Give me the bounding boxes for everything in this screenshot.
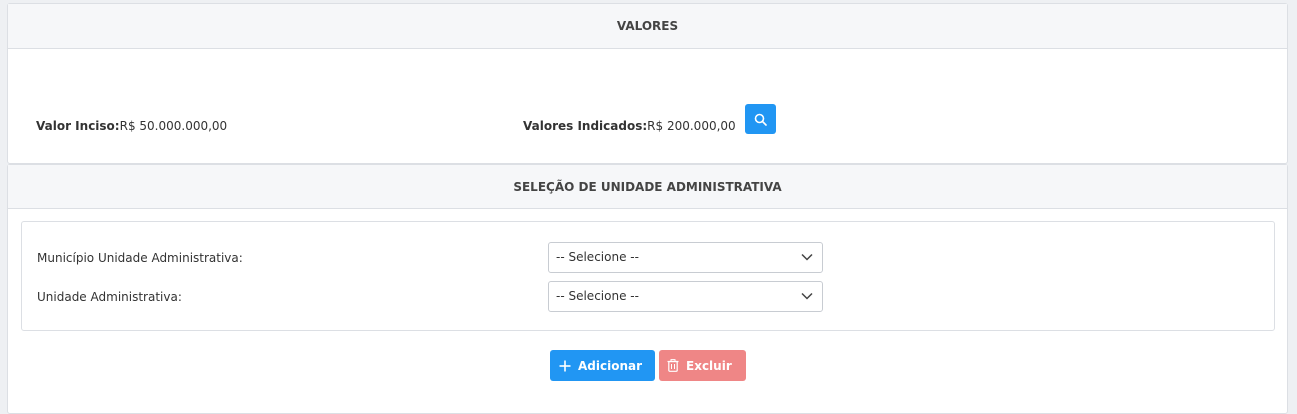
valores-indicados: Valores Indicados:R$ 200.000,00	[523, 119, 736, 133]
municipio-select[interactable]: -- Selecione --	[548, 242, 823, 273]
chevron-down-icon	[801, 292, 813, 300]
plus-icon	[559, 360, 571, 372]
valores-header: VALORES	[8, 4, 1287, 49]
valor-inciso-label: Valor Inciso:	[36, 119, 120, 133]
valores-panel: VALORES Valor Inciso:R$ 50.000.000,00 Va…	[7, 3, 1288, 164]
add-button-label: Adicionar	[578, 358, 643, 373]
unidade-label: Unidade Administrativa:	[37, 290, 182, 304]
chevron-down-icon	[801, 253, 813, 261]
search-values-button[interactable]	[745, 104, 776, 134]
unidade-select[interactable]: -- Selecione --	[548, 281, 823, 312]
delete-button-label: Excluir	[686, 358, 732, 373]
municipio-label: Município Unidade Administrativa:	[37, 251, 243, 265]
selecao-form: Município Unidade Administrativa: -- Sel…	[21, 221, 1275, 331]
trash-icon	[667, 359, 679, 372]
search-icon	[754, 113, 767, 126]
valor-inciso: Valor Inciso:R$ 50.000.000,00	[36, 119, 227, 133]
delete-button[interactable]: Excluir	[659, 350, 746, 381]
valores-indicados-label: Valores Indicados:	[523, 119, 648, 133]
selecao-panel: SELEÇÃO DE UNIDADE ADMINISTRATIVA Municí…	[7, 164, 1288, 414]
valor-inciso-value: R$ 50.000.000,00	[119, 119, 228, 133]
valores-indicados-value: R$ 200.000,00	[647, 119, 736, 133]
add-button[interactable]: Adicionar	[550, 350, 655, 381]
selecao-header: SELEÇÃO DE UNIDADE ADMINISTRATIVA	[8, 165, 1287, 209]
municipio-select-value: -- Selecione --	[556, 250, 639, 264]
unidade-select-value: -- Selecione --	[556, 289, 639, 303]
